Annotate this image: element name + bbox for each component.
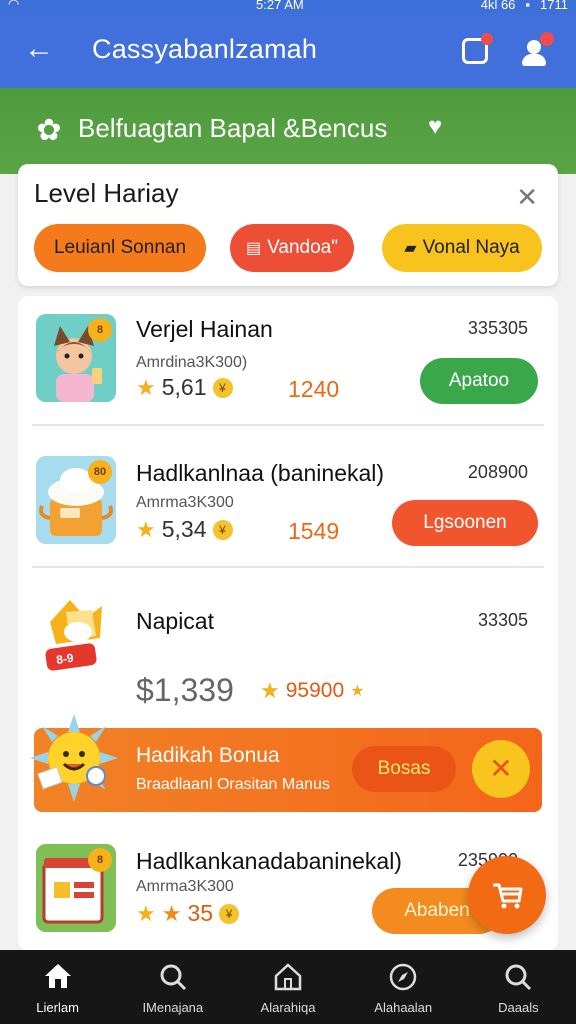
item-points: 1240 — [288, 376, 340, 402]
dessert-thumbnail: 80 — [36, 456, 116, 544]
coin-icon: ¥ — [212, 377, 233, 398]
level-card-title: Level Hariay — [34, 178, 179, 208]
divider — [32, 566, 544, 568]
share-icon[interactable] — [462, 33, 493, 64]
promo-strip[interactable]: ✿ Belfuagtan Bapal &Bencus ♥ — [0, 88, 576, 174]
notification-dot — [481, 33, 493, 45]
bonus-banner[interactable]: Hadikah Bonua Braadlaanl Orasitan Manus … — [30, 714, 542, 812]
item-points: 1549 — [288, 518, 340, 544]
ticket-icon: ▰ — [404, 240, 417, 257]
nav-item-menajana[interactable]: IMenajana — [115, 950, 230, 1024]
item-subtitle: Amrdina3K300) — [136, 354, 248, 371]
chip-vandoa[interactable]: ▤ Vandoa" — [230, 224, 354, 272]
item-code: 208900 — [467, 462, 528, 482]
tag-icon: ▤ — [246, 240, 262, 257]
nav-item-lierlam[interactable]: Lierlam — [0, 950, 115, 1024]
heart-pin-icon[interactable]: ♥ — [428, 114, 454, 140]
status-network: 4kl 66 — [480, 0, 516, 12]
back-arrow-icon[interactable]: ← — [24, 32, 58, 66]
level-card: Level Hariay ✕ Leuianl Sonnan ▤ Vandoa" … — [18, 164, 558, 286]
close-icon[interactable]: ✕ — [516, 182, 538, 213]
bottom-nav: Lierlam IMenajana Alarahiqa Alahaalan Da… — [0, 950, 576, 1024]
item-badge: 8 — [88, 848, 112, 872]
item-name: Hadlkankanadabaninekal) — [136, 848, 402, 874]
nav-item-daaals[interactable]: Daaals — [461, 950, 576, 1024]
nav-label: Alahaalan — [374, 1000, 433, 1015]
item-rating: ★ 95900 ★ — [260, 678, 364, 704]
close-icon[interactable]: ✕ — [472, 740, 530, 798]
app-bar: ← Cassyabanlzamah — [0, 14, 576, 88]
star-icon: ★ — [161, 900, 182, 926]
tool-thumbnail: 8 — [36, 844, 116, 932]
nav-label: Alarahiqa — [260, 1000, 316, 1015]
divider — [32, 424, 544, 426]
rating-value: 35 — [187, 900, 214, 926]
list-item[interactable]: 8-9 Napicat 33305 $1,339 ★ 95900 ★ — [18, 578, 558, 728]
status-bar: ◠ 5:27 AM 4kl 66 ▪ 1711 — [0, 0, 576, 14]
item-badge: 80 — [88, 460, 112, 484]
star-icon: ★ — [136, 516, 156, 542]
item-price: $1,339 — [136, 672, 234, 709]
item-name: Hadlkanlnaa (baninekal) — [136, 460, 385, 486]
nav-label: Lierlam — [36, 1000, 79, 1015]
star-icon: ★ — [260, 678, 280, 703]
nav-label: IMenajana — [142, 1000, 204, 1015]
lgsoonen-button[interactable]: Lgsoonen — [392, 500, 538, 546]
nav-label: Daaals — [498, 1000, 539, 1015]
item-badge: 8 — [88, 318, 112, 342]
chip-label: Vandoa" — [267, 237, 338, 258]
star-icon: ★ — [136, 374, 156, 400]
svg-text:8-9: 8-9 — [55, 651, 74, 667]
nav-item-alahaalan[interactable]: Alahaalan — [346, 950, 461, 1024]
profile-icon[interactable] — [520, 32, 554, 66]
item-rating: ★ 5,34 ¥ — [136, 516, 233, 543]
item-subtitle: Amrma3K300 — [136, 494, 234, 511]
character-thumbnail: 8 — [36, 314, 116, 402]
offers-list: 8 Verjel Hainan 335305 Amrdina3K300) ★ 5… — [18, 296, 558, 950]
bonus-title: Hadikah Bonua — [136, 744, 280, 767]
app-title: Cassyabanlzamah — [92, 34, 318, 64]
rating-value: 5,61 — [161, 374, 207, 400]
star-icon: ★ — [350, 683, 365, 700]
signal-icon: ▪ — [525, 0, 531, 12]
chip-label: Vonal Naya — [422, 237, 520, 258]
price-value: $1,339 — [136, 672, 234, 708]
house-icon — [273, 962, 303, 998]
status-time: 5:27 AM — [256, 0, 304, 12]
coupon-thumbnail: 8-9 — [36, 592, 116, 680]
cart-fab-icon[interactable] — [468, 856, 546, 934]
bonus-description: Braadlaanl Orasitan Manus — [136, 776, 330, 793]
apatoo-button[interactable]: Apatoo — [420, 358, 538, 404]
item-rating: ★ 5,61 ¥ — [136, 374, 233, 401]
chip-leuianl-sonnan[interactable]: Leuianl Sonnan — [34, 224, 206, 272]
status-right: 4kl 66 ▪ 1711 — [481, 0, 568, 12]
item-name: Verjel Hainan — [136, 316, 273, 342]
rating-value: 5,34 — [161, 516, 207, 542]
search-icon — [503, 962, 533, 998]
nav-item-alarahiqa[interactable]: Alarahiqa — [230, 950, 345, 1024]
mascot-icon: ✿ — [36, 114, 62, 147]
item-name: Napicat — [136, 608, 214, 634]
bonus-button[interactable]: Bosas — [352, 746, 456, 792]
list-item[interactable]: 8 Verjel Hainan 335305 Amrdina3K300) ★ 5… — [18, 296, 558, 426]
item-code: 33305 — [477, 610, 528, 630]
chip-vonal-naya[interactable]: ▰ Vonal Naya — [382, 224, 542, 272]
item-subtitle: Amrma3K300 — [136, 878, 234, 895]
star-icon: ★ — [136, 900, 156, 926]
list-item[interactable]: 80 Hadlkanlnaa (baninekal) 208900 Amrma3… — [18, 436, 558, 568]
search-icon — [158, 962, 188, 998]
home-icon — [43, 962, 73, 996]
item-code: 335305 — [467, 318, 528, 338]
chip-label: Leuianl Sonnan — [53, 237, 187, 258]
battery-indicator: 1711 — [540, 0, 568, 12]
wifi-icon: ◠ — [8, 0, 20, 11]
coin-icon: ¥ — [212, 519, 233, 540]
compass-icon — [388, 962, 418, 998]
notification-dot — [540, 32, 554, 46]
promo-text: Belfuagtan Bapal &Bencus — [78, 113, 388, 143]
sun-mascot-icon — [30, 714, 118, 802]
rating-value: 95900 — [285, 679, 345, 702]
item-rating: ★ ★ 35 ¥ — [136, 900, 240, 927]
coin-icon: ¥ — [219, 903, 240, 924]
